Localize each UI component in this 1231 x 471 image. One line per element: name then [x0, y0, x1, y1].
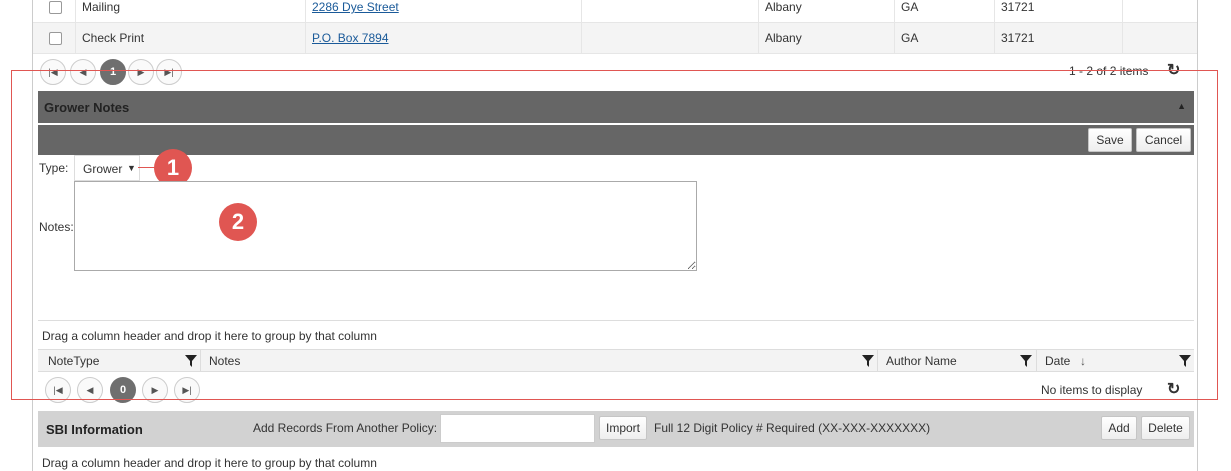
zip-cell: 31721 [994, 0, 1122, 22]
table-row[interactable]: Mailing 2286 Dye Street Albany GA 31721 [33, 0, 1197, 23]
state-cell: GA [894, 23, 994, 53]
address-type-cell: Mailing [75, 0, 305, 22]
row-checkbox[interactable] [49, 32, 62, 45]
street-link[interactable]: P.O. Box 7894 [312, 31, 389, 45]
state-cell: GA [894, 0, 994, 22]
policy-input[interactable] [440, 414, 595, 443]
section-title: SBI Information [46, 422, 143, 437]
row-checkbox[interactable] [49, 1, 62, 14]
address-type-cell: Check Print [75, 23, 305, 53]
zip-cell: 31721 [994, 23, 1122, 53]
city-cell: Albany [758, 0, 894, 22]
street-link[interactable]: 2286 Dye Street [312, 0, 399, 14]
delete-button[interactable]: Delete [1141, 416, 1190, 440]
policy-hint: Full 12 Digit Policy # Required (XX-XXX-… [654, 421, 931, 435]
sbi-header: SBI Information Add Records From Another… [38, 411, 1194, 447]
import-button[interactable]: Import [599, 416, 647, 440]
sbi-group-hint: Drag a column header and drop it here to… [42, 456, 377, 470]
add-records-label: Add Records From Another Policy: [253, 421, 438, 435]
add-button[interactable]: Add [1101, 416, 1137, 440]
table-row[interactable]: Check Print P.O. Box 7894 Albany GA 3172… [33, 23, 1197, 54]
highlight-box [11, 70, 1218, 400]
city-cell: Albany [758, 23, 894, 53]
